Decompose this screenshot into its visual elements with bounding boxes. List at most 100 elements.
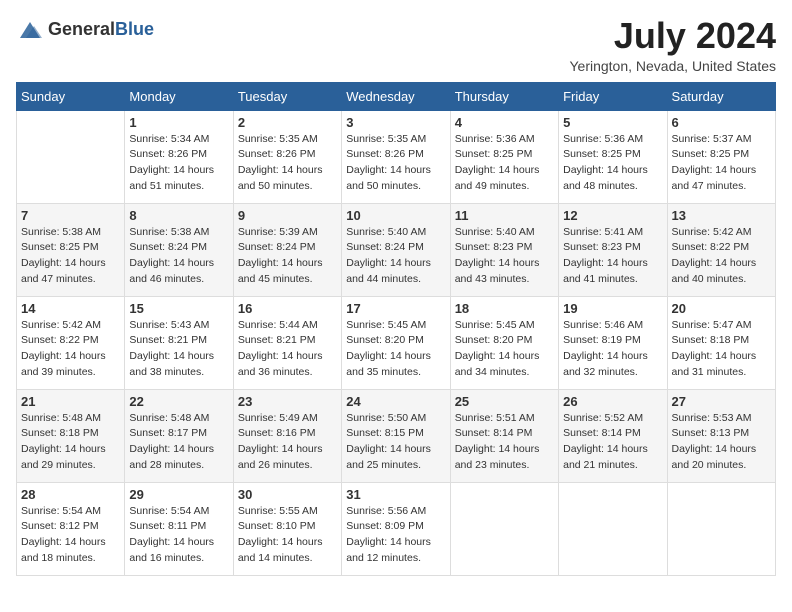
day-number: 12 [563,208,662,223]
calendar-table: SundayMondayTuesdayWednesdayThursdayFrid… [16,82,776,576]
day-info: Sunrise: 5:52 AMSunset: 8:14 PMDaylight:… [563,411,662,474]
calendar-cell: 13 Sunrise: 5:42 AMSunset: 8:22 PMDayligh… [667,203,775,296]
calendar-cell: 6 Sunrise: 5:37 AMSunset: 8:25 PMDaylight… [667,110,775,203]
calendar-cell: 31Sunrise: 5:56 AMSunset: 8:09 PMDayligh… [342,482,450,575]
calendar-header-row: SundayMondayTuesdayWednesdayThursdayFrid… [17,82,776,110]
day-number: 10 [346,208,445,223]
header: GeneralBlue July 2024 Yerington, Nevada,… [16,16,776,74]
header-day-saturday: Saturday [667,82,775,110]
day-info: Sunrise: 5:41 AMSunset: 8:23 PMDaylight:… [563,225,662,288]
calendar-cell: 7 Sunrise: 5:38 AMSunset: 8:25 PMDaylight… [17,203,125,296]
calendar-cell: 1Sunrise: 5:34 AMSunset: 8:26 PMDaylight… [125,110,233,203]
day-number: 28 [21,487,120,502]
calendar-week-row: 14Sunrise: 5:42 AMSunset: 8:22 PMDayligh… [17,296,776,389]
day-number: 22 [129,394,228,409]
day-info: Sunrise: 5:36 AMSunset: 8:25 PMDaylight:… [563,132,662,195]
calendar-cell: 11 Sunrise: 5:40 AMSunset: 8:23 PMDayligh… [450,203,558,296]
day-number: 18 [455,301,554,316]
day-number: 4 [455,115,554,130]
calendar-cell: 4 Sunrise: 5:36 AMSunset: 8:25 PMDaylight… [450,110,558,203]
day-number: 5 [563,115,662,130]
day-info: Sunrise: 5:37 AMSunset: 8:25 PMDaylight:… [672,132,771,195]
header-day-friday: Friday [559,82,667,110]
day-number: 29 [129,487,228,502]
day-info: Sunrise: 5:42 AMSunset: 8:22 PMDaylight:… [672,225,771,288]
calendar-cell: 14Sunrise: 5:42 AMSunset: 8:22 PMDayligh… [17,296,125,389]
calendar-cell: 18 Sunrise: 5:45 AMSunset: 8:20 PMDayligh… [450,296,558,389]
calendar-cell [559,482,667,575]
calendar-cell: 16Sunrise: 5:44 AMSunset: 8:21 PMDayligh… [233,296,341,389]
day-info: Sunrise: 5:38 AMSunset: 8:25 PMDaylight:… [21,225,120,288]
day-number: 16 [238,301,337,316]
calendar-cell: 19Sunrise: 5:46 AMSunset: 8:19 PMDayligh… [559,296,667,389]
calendar-cell: 23Sunrise: 5:49 AMSunset: 8:16 PMDayligh… [233,389,341,482]
day-info: Sunrise: 5:55 AMSunset: 8:10 PMDaylight:… [238,504,337,567]
day-number: 6 [672,115,771,130]
day-number: 7 [21,208,120,223]
header-day-wednesday: Wednesday [342,82,450,110]
day-info: Sunrise: 5:53 AMSunset: 8:13 PMDaylight:… [672,411,771,474]
day-info: Sunrise: 5:51 AMSunset: 8:14 PMDaylight:… [455,411,554,474]
day-info: Sunrise: 5:50 AMSunset: 8:15 PMDaylight:… [346,411,445,474]
calendar-cell: 15 Sunrise: 5:43 AMSunset: 8:21 PMDayligh… [125,296,233,389]
day-info: Sunrise: 5:54 AMSunset: 8:12 PMDaylight:… [21,504,120,567]
day-number: 20 [672,301,771,316]
day-info: Sunrise: 5:47 AMSunset: 8:18 PMDaylight:… [672,318,771,381]
calendar-cell [450,482,558,575]
day-number: 11 [455,208,554,223]
calendar-cell: 25 Sunrise: 5:51 AMSunset: 8:14 PMDayligh… [450,389,558,482]
calendar-cell: 12 Sunrise: 5:41 AMSunset: 8:23 PMDayligh… [559,203,667,296]
title-area: July 2024 Yerington, Nevada, United Stat… [569,16,776,74]
day-number: 3 [346,115,445,130]
calendar-week-row: 21Sunrise: 5:48 AMSunset: 8:18 PMDayligh… [17,389,776,482]
calendar-cell: 10Sunrise: 5:40 AMSunset: 8:24 PMDayligh… [342,203,450,296]
logo: GeneralBlue [16,16,154,44]
header-day-sunday: Sunday [17,82,125,110]
day-info: Sunrise: 5:48 AMSunset: 8:17 PMDaylight:… [129,411,228,474]
logo-icon [16,16,44,44]
day-number: 23 [238,394,337,409]
day-number: 30 [238,487,337,502]
calendar-cell: 5 Sunrise: 5:36 AMSunset: 8:25 PMDaylight… [559,110,667,203]
logo-text: GeneralBlue [48,20,154,40]
calendar-cell: 3 Sunrise: 5:35 AMSunset: 8:26 PMDaylight… [342,110,450,203]
day-info: Sunrise: 5:42 AMSunset: 8:22 PMDaylight:… [21,318,120,381]
day-number: 9 [238,208,337,223]
calendar-cell [17,110,125,203]
day-info: Sunrise: 5:45 AMSunset: 8:20 PMDaylight:… [455,318,554,381]
day-info: Sunrise: 5:34 AMSunset: 8:26 PMDaylight:… [129,132,228,195]
day-info: Sunrise: 5:38 AMSunset: 8:24 PMDaylight:… [129,225,228,288]
calendar-cell [667,482,775,575]
day-number: 31 [346,487,445,502]
day-number: 2 [238,115,337,130]
calendar-cell: 22 Sunrise: 5:48 AMSunset: 8:17 PMDayligh… [125,389,233,482]
day-info: Sunrise: 5:35 AMSunset: 8:26 PMDaylight:… [346,132,445,195]
calendar-cell: 21Sunrise: 5:48 AMSunset: 8:18 PMDayligh… [17,389,125,482]
header-day-thursday: Thursday [450,82,558,110]
day-info: Sunrise: 5:45 AMSunset: 8:20 PMDaylight:… [346,318,445,381]
calendar-cell: 20 Sunrise: 5:47 AMSunset: 8:18 PMDayligh… [667,296,775,389]
header-day-tuesday: Tuesday [233,82,341,110]
day-info: Sunrise: 5:36 AMSunset: 8:25 PMDaylight:… [455,132,554,195]
header-day-monday: Monday [125,82,233,110]
day-info: Sunrise: 5:46 AMSunset: 8:19 PMDaylight:… [563,318,662,381]
day-number: 26 [563,394,662,409]
day-info: Sunrise: 5:48 AMSunset: 8:18 PMDaylight:… [21,411,120,474]
calendar-week-row: 28 Sunrise: 5:54 AMSunset: 8:12 PMDayligh… [17,482,776,575]
day-number: 25 [455,394,554,409]
calendar-cell: 26 Sunrise: 5:52 AMSunset: 8:14 PMDayligh… [559,389,667,482]
calendar-cell: 17Sunrise: 5:45 AMSunset: 8:20 PMDayligh… [342,296,450,389]
day-number: 8 [129,208,228,223]
calendar-cell: 27Sunrise: 5:53 AMSunset: 8:13 PMDayligh… [667,389,775,482]
calendar-week-row: 7 Sunrise: 5:38 AMSunset: 8:25 PMDaylight… [17,203,776,296]
calendar-cell: 29 Sunrise: 5:54 AMSunset: 8:11 PMDayligh… [125,482,233,575]
day-number: 15 [129,301,228,316]
calendar-cell: 8 Sunrise: 5:38 AMSunset: 8:24 PMDaylight… [125,203,233,296]
day-number: 13 [672,208,771,223]
day-info: Sunrise: 5:40 AMSunset: 8:23 PMDaylight:… [455,225,554,288]
month-year-title: July 2024 [569,16,776,56]
calendar-cell: 24Sunrise: 5:50 AMSunset: 8:15 PMDayligh… [342,389,450,482]
calendar-cell: 28 Sunrise: 5:54 AMSunset: 8:12 PMDayligh… [17,482,125,575]
day-info: Sunrise: 5:43 AMSunset: 8:21 PMDaylight:… [129,318,228,381]
day-info: Sunrise: 5:54 AMSunset: 8:11 PMDaylight:… [129,504,228,567]
